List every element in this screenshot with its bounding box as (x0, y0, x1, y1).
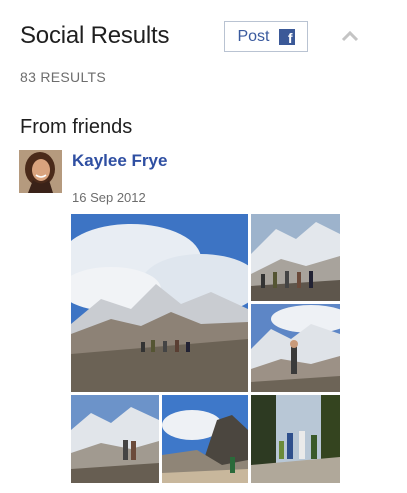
chevron-up-icon[interactable] (340, 28, 360, 44)
avatar[interactable] (19, 150, 62, 193)
post-button-label: Post (237, 27, 270, 45)
section-heading: From friends (20, 116, 133, 138)
facebook-icon: f (278, 28, 295, 45)
photo-thumbnail[interactable] (162, 395, 248, 483)
photo-thumbnail[interactable] (251, 304, 340, 392)
photo-thumbnail[interactable] (251, 395, 340, 483)
post-to-facebook-button[interactable]: Post f (224, 21, 308, 52)
photo-thumbnail[interactable] (71, 214, 248, 392)
author-name-link[interactable]: Kaylee Frye (72, 151, 167, 171)
results-count: 83 RESULTS (20, 69, 106, 85)
photo-thumbnail[interactable] (71, 395, 159, 483)
post-date: 16 Sep 2012 (72, 190, 146, 205)
panel-title: Social Results (20, 22, 170, 49)
photo-thumbnail[interactable] (251, 214, 340, 301)
